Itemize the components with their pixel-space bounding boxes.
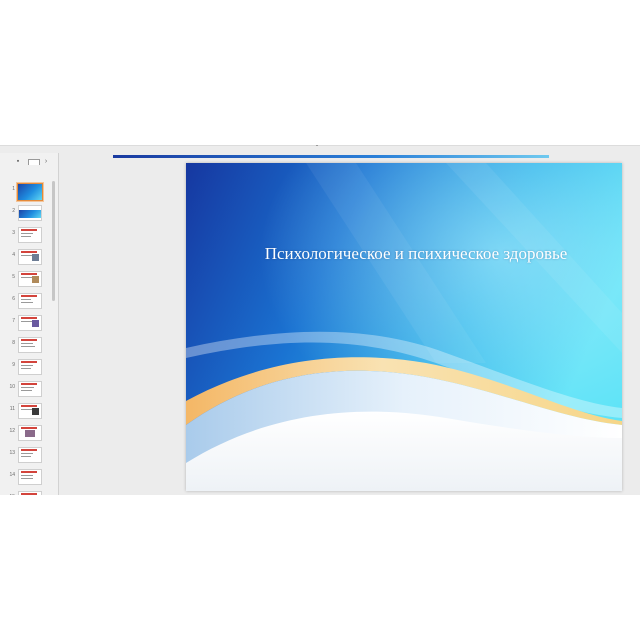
slide-number: 9 <box>12 362 15 368</box>
thumbnail-row[interactable]: 9 <box>0 359 58 379</box>
top-center-mark <box>316 145 318 146</box>
thumbnail-row[interactable]: 2 <box>0 205 58 225</box>
slide-thumbnail[interactable] <box>18 227 42 243</box>
slide-thumbnail[interactable] <box>18 359 42 375</box>
slide-thumbnail[interactable] <box>17 183 43 201</box>
slide-number: 10 <box>9 384 15 390</box>
slide-number: 6 <box>12 296 15 302</box>
slide-thumbnail[interactable] <box>18 249 42 265</box>
slide-thumbnail[interactable] <box>18 205 42 221</box>
thumbnail-row[interactable]: 10 <box>0 381 58 401</box>
thumbnail-row[interactable]: 5 <box>0 271 58 291</box>
thumbnail-row[interactable]: 8 <box>0 337 58 357</box>
slide-number: 11 <box>9 406 15 412</box>
slide-thumbnail[interactable] <box>18 271 42 287</box>
slide-thumbnail[interactable] <box>18 491 42 495</box>
slide-title[interactable]: Психологическое и психическое здоровье <box>246 243 586 265</box>
slide-thumbnail[interactable] <box>18 425 42 441</box>
slide-thumbnail[interactable] <box>18 315 42 331</box>
slide-number: 8 <box>12 340 15 346</box>
slide-number: 15 <box>7 494 15 495</box>
thumbnail-row[interactable]: 6 <box>0 293 58 313</box>
slide-number: 4 <box>12 252 15 258</box>
slide-number: 5 <box>12 274 15 280</box>
thumbnail-row[interactable]: 14 <box>0 469 58 489</box>
slide-thumbnail[interactable] <box>18 403 42 419</box>
collapse-panel-icon[interactable]: ▪ <box>14 157 22 166</box>
slide-background <box>186 163 622 491</box>
slide-number: 3 <box>12 230 15 236</box>
slide-number: 14 <box>9 472 15 478</box>
slide-number: 7 <box>12 318 15 324</box>
slide-number: 12 <box>9 428 15 434</box>
thumbnail-row[interactable]: 7 <box>0 315 58 335</box>
thumbnail-row[interactable]: 13 <box>0 447 58 467</box>
slide-number: 13 <box>9 450 15 456</box>
thumbnail-row[interactable]: 4 <box>0 249 58 269</box>
thumbnail-row[interactable]: 12 <box>0 425 58 445</box>
top-divider <box>0 145 640 146</box>
thumbnail-row[interactable]: 3 <box>0 227 58 247</box>
loading-bar <box>113 155 549 158</box>
thumbnail-row[interactable]: 1 <box>0 183 58 203</box>
thumbnail-row[interactable]: 11 <box>0 403 58 423</box>
slide-thumbnail[interactable] <box>18 337 42 353</box>
new-slide-icon[interactable] <box>28 159 40 165</box>
slide-thumbnail[interactable] <box>18 447 42 463</box>
slide-thumbnail[interactable] <box>18 381 42 397</box>
slide-thumbnail[interactable] <box>18 293 42 309</box>
slide-number: 2 <box>12 208 15 214</box>
slide-thumbnail-panel[interactable]: ▪ › 1 2 3 4 5 6 7 8 9 10 11 12 13 14 <box>0 153 59 495</box>
thumbnail-panel-header: ▪ › <box>0 153 58 171</box>
slide-canvas[interactable]: Психологическое и психическое здоровье <box>186 163 622 491</box>
thumbnail-row[interactable]: 15 <box>0 491 58 495</box>
slide-thumbnail[interactable] <box>18 469 42 485</box>
chevron-right-icon[interactable]: › <box>42 157 50 166</box>
slide-number: 1 <box>12 186 15 192</box>
